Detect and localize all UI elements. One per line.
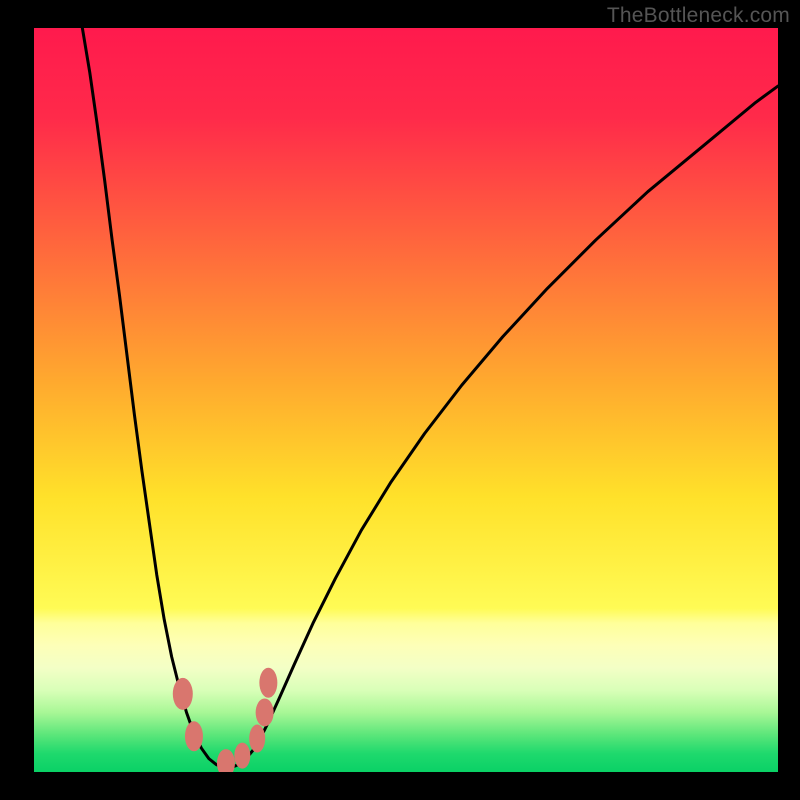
watermark-text: TheBottleneck.com: [607, 4, 790, 28]
curve-marker: [173, 678, 193, 710]
curve-marker: [185, 721, 203, 751]
curve-marker: [234, 743, 250, 769]
curve-marker: [256, 698, 274, 726]
chart-svg: [34, 28, 778, 772]
curve-marker: [259, 668, 277, 698]
gradient-background: [34, 28, 778, 772]
plot-area: [34, 28, 778, 772]
curve-marker: [249, 725, 265, 753]
chart-frame: TheBottleneck.com: [0, 0, 800, 800]
